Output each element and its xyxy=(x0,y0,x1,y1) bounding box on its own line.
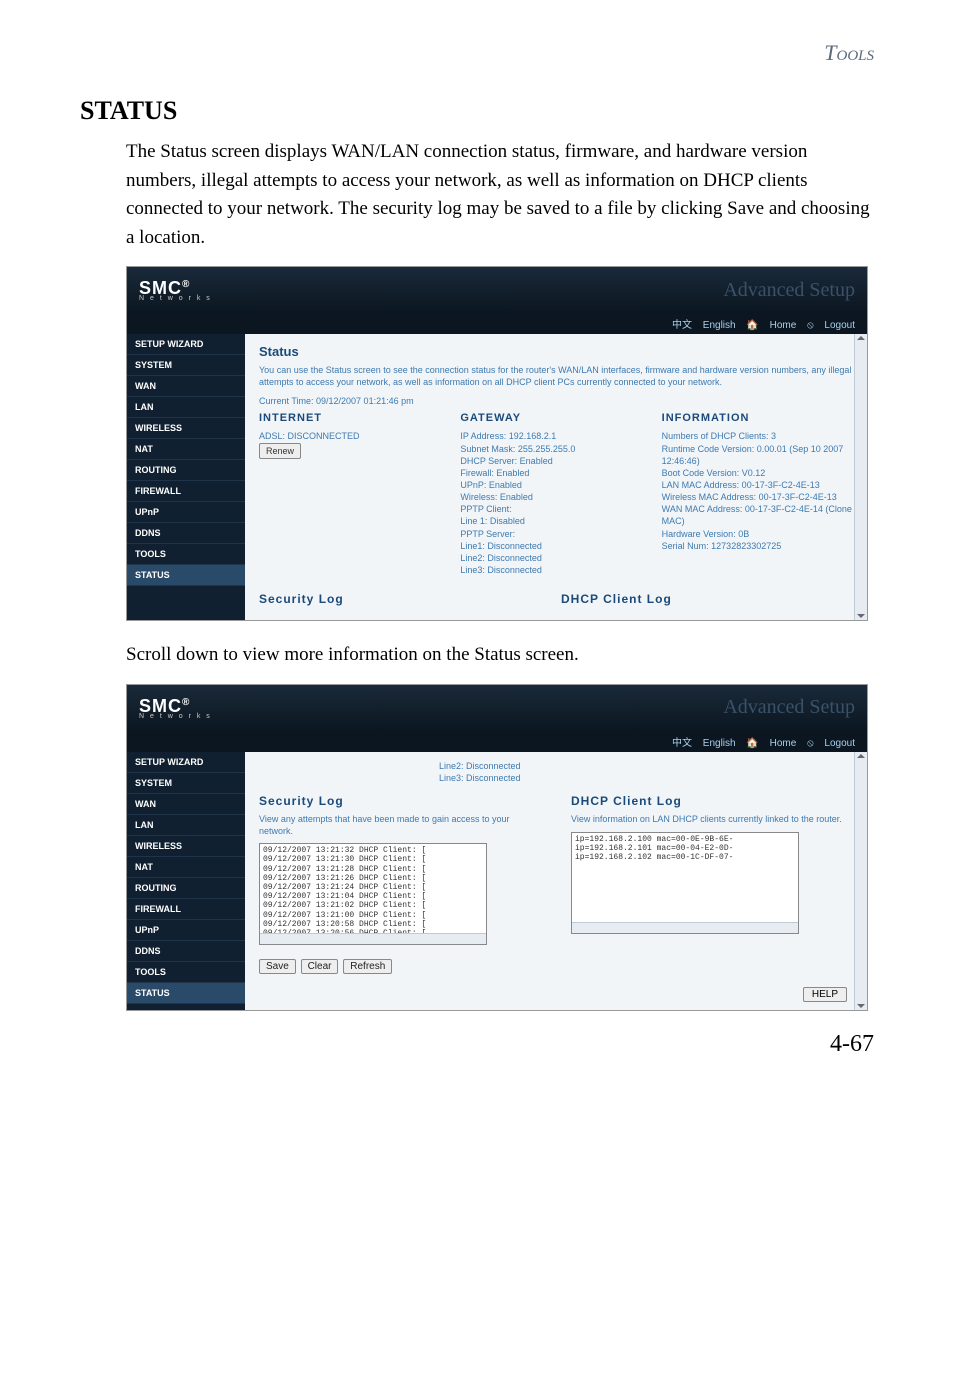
sidebar-item-routing-2[interactable]: ROUTING xyxy=(127,878,245,899)
sidebar-item-ddns-2[interactable]: DDNS xyxy=(127,941,245,962)
sidebar-item-upnp[interactable]: UPnP xyxy=(127,502,245,523)
col-gateway: GATEWAY IP Address: 192.168.2.1 Subnet M… xyxy=(460,412,651,576)
advanced-setup-label-2: Advanced Setup xyxy=(723,696,855,719)
information-header: INFORMATION xyxy=(662,412,853,424)
status-title: Status xyxy=(259,344,853,359)
adsl-status: ADSL: DISCONNECTED xyxy=(259,430,450,442)
col-internet: INTERNET ADSL: DISCONNECTED Renew xyxy=(259,412,450,576)
logout-link-2[interactable]: ⦸ Logout xyxy=(807,738,855,749)
page-header: Tools xyxy=(80,40,874,66)
gateway-body: IP Address: 192.168.2.1 Subnet Mask: 255… xyxy=(460,430,651,576)
sidebar-item-tools[interactable]: TOOLS xyxy=(127,544,245,565)
sidebar-item-lan-2[interactable]: LAN xyxy=(127,815,245,836)
sidebar-item-setup-wizard[interactable]: SETUP WIZARD xyxy=(127,334,245,355)
top-links: 中文 English 🏠 Home ⦸ Logout xyxy=(127,313,867,334)
sidebar-item-nat-2[interactable]: NAT xyxy=(127,857,245,878)
sidebar-item-wan-2[interactable]: WAN xyxy=(127,794,245,815)
sidebar-item-firewall[interactable]: FIREWALL xyxy=(127,481,245,502)
sidebar: SETUP WIZARD SYSTEM WAN LAN WIRELESS NAT… xyxy=(127,334,245,620)
dhcp-client-log-header-2: DHCP Client Log xyxy=(571,794,853,808)
screenshot-1: SMC® N e t w o r k s Advanced Setup 中文 E… xyxy=(126,266,874,621)
main-area-2: Line2: Disconnected Line3: Disconnected … xyxy=(245,752,867,1011)
lang-en-2[interactable]: English xyxy=(703,738,736,749)
home-link-2[interactable]: 🏠 Home xyxy=(746,738,796,749)
scrollbar[interactable] xyxy=(854,334,867,620)
sidebar-item-firewall-2[interactable]: FIREWALL xyxy=(127,899,245,920)
sidebar-item-setup-wizard-2[interactable]: SETUP WIZARD xyxy=(127,752,245,773)
top-links-2: 中文 English 🏠 Home ⦸ Logout xyxy=(127,731,867,752)
lang-en[interactable]: English xyxy=(703,320,736,331)
dhcp-client-log-box[interactable]: ip=192.168.2.100 mac=00-0E-9B-6E- ip=192… xyxy=(571,832,799,934)
router-header-2: SMC® N e t w o r k s Advanced Setup xyxy=(127,685,867,731)
lang-cn-2[interactable]: 中文 xyxy=(672,738,692,749)
sidebar-item-ddns[interactable]: DDNS xyxy=(127,523,245,544)
sidebar-item-lan[interactable]: LAN xyxy=(127,397,245,418)
sidebar-item-status[interactable]: STATUS xyxy=(127,565,245,586)
sidebar-item-wireless[interactable]: WIRELESS xyxy=(127,418,245,439)
sidebar-item-routing[interactable]: ROUTING xyxy=(127,460,245,481)
renew-button[interactable]: Renew xyxy=(259,443,301,459)
sidebar-item-upnp-2[interactable]: UPnP xyxy=(127,920,245,941)
information-body: Numbers of DHCP Clients: 3 Runtime Code … xyxy=(662,430,853,551)
sidebar-item-wireless-2[interactable]: WIRELESS xyxy=(127,836,245,857)
dhcp-client-log-desc: View information on LAN DHCP clients cur… xyxy=(571,814,853,826)
logo-sub-2: N e t w o r k s xyxy=(139,713,212,720)
clear-button[interactable]: Clear xyxy=(301,959,339,974)
advanced-setup-label: Advanced Setup xyxy=(723,279,855,302)
router-header: SMC® N e t w o r k s Advanced Setup xyxy=(127,267,867,313)
home-link[interactable]: 🏠 Home xyxy=(746,320,796,331)
main-area: Status You can use the Status screen to … xyxy=(245,334,867,620)
save-button[interactable]: Save xyxy=(259,959,296,974)
sidebar-2: SETUP WIZARD SYSTEM WAN LAN WIRELESS NAT… xyxy=(127,752,245,1011)
page-number: 4-67 xyxy=(80,1031,874,1058)
section-title: STATUS xyxy=(80,96,874,126)
security-log-header: Security Log xyxy=(259,592,551,606)
security-log-box[interactable]: 09/12/2007 13:21:32 DHCP Client: [ 09/12… xyxy=(259,843,487,945)
sidebar-item-status-2[interactable]: STATUS xyxy=(127,983,245,1004)
lang-cn[interactable]: 中文 xyxy=(672,320,692,331)
logo-sub: N e t w o r k s xyxy=(139,295,212,302)
help-button[interactable]: HELP xyxy=(803,987,847,1002)
gateway-header: GATEWAY xyxy=(460,412,651,424)
status-desc: You can use the Status screen to see the… xyxy=(259,365,853,388)
intro-text: The Status screen displays WAN/LAN conne… xyxy=(126,138,874,252)
current-time: Current Time: 09/12/2007 01:21:46 pm xyxy=(259,396,853,406)
refresh-button[interactable]: Refresh xyxy=(343,959,392,974)
sidebar-item-nat[interactable]: NAT xyxy=(127,439,245,460)
top-disconnected-lines: Line2: Disconnected Line3: Disconnected xyxy=(439,760,853,784)
security-log-header-2: Security Log xyxy=(259,794,541,808)
scrollbar-2[interactable] xyxy=(854,752,867,1011)
security-log-desc: View any attempts that have been made to… xyxy=(259,814,541,837)
screenshot-2: SMC® N e t w o r k s Advanced Setup 中文 E… xyxy=(126,684,874,1012)
sidebar-item-system[interactable]: SYSTEM xyxy=(127,355,245,376)
dhcp-client-log-header: DHCP Client Log xyxy=(561,592,853,606)
col-information: INFORMATION Numbers of DHCP Clients: 3 R… xyxy=(662,412,853,576)
logout-link[interactable]: ⦸ Logout xyxy=(807,320,855,331)
sidebar-item-system-2[interactable]: SYSTEM xyxy=(127,773,245,794)
sidebar-item-wan[interactable]: WAN xyxy=(127,376,245,397)
sidebar-item-tools-2[interactable]: TOOLS xyxy=(127,962,245,983)
internet-header: INTERNET xyxy=(259,412,450,424)
scroll-note: Scroll down to view more information on … xyxy=(126,641,874,670)
